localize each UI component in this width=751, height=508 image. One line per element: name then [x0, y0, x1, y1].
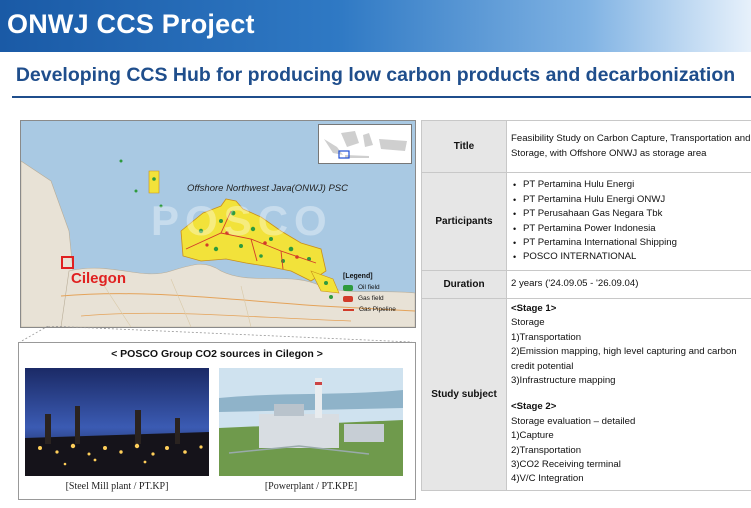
stage-1-line: 3)Infrastructure mapping: [511, 375, 616, 387]
list-item: POSCO INTERNATIONAL: [513, 250, 751, 265]
stage-2-line: 1)Capture: [511, 430, 554, 442]
psc-label: Offshore Northwest Java(ONWJ) PSC: [187, 183, 349, 194]
gas-pipeline-swatch: [343, 308, 354, 311]
cilegon-label: Cilegon: [71, 270, 126, 287]
stage-1-title: <Stage 1>: [511, 303, 557, 314]
list-item: PT Pertamina International Shipping: [513, 236, 751, 251]
legend-label: Gas field: [358, 295, 384, 302]
project-info-table: Title Feasibility Study on Carbon Captur…: [421, 120, 751, 491]
stage-spacer: [511, 388, 751, 400]
table-row-participants: Participants PT Pertamina Hulu Energi PT…: [421, 172, 751, 271]
duration-value: 2 years ('24.09.05 - '26.09.04): [506, 270, 751, 299]
stage-1-line: Storage: [511, 317, 545, 329]
legend-item-gas: Gas field: [343, 295, 413, 302]
powerplant-photo: [219, 368, 403, 476]
list-item: PT Pertamina Power Indonesia: [513, 222, 751, 237]
legend-label: Gas Pipeline: [359, 306, 396, 313]
list-item: PT Pertamina Hulu Energi ONWJ: [513, 193, 751, 208]
steel-mill-photo: [25, 368, 209, 476]
row-key: Title: [421, 120, 507, 173]
legend-item-oil: Oil field: [343, 284, 413, 291]
legend-title: [Legend]: [343, 273, 373, 280]
steel-mill-caption: [Steel Mill plant / PT.KP]: [65, 481, 169, 492]
stage-1-line: 2)Emission mapping, high level capturing…: [511, 346, 737, 372]
table-row-title: Title Feasibility Study on Carbon Captur…: [421, 120, 751, 173]
oil-field-swatch: [343, 284, 353, 291]
sources-header: < POSCO Group CO2 sources in Cilegon >: [111, 348, 323, 360]
slide-title: ONWJ CCS Project: [7, 9, 255, 39]
participants-list: PT Pertamina Hulu Energi PT Pertamina Hu…: [511, 178, 751, 265]
powerplant-caption: [Powerplant / PT.KPE]: [264, 481, 358, 492]
stage-2-line: 4)V/C Integration: [511, 473, 584, 485]
stage-2-line: Storage evaluation – detailed: [511, 415, 636, 427]
row-key: Participants: [421, 172, 507, 271]
subtitle-divider: [12, 96, 751, 98]
legend-item-pipeline: Gas Pipeline: [343, 306, 413, 313]
row-key: Duration: [421, 270, 507, 299]
co2-sources-panel: < POSCO Group CO2 sources in Cilegon > […: [18, 342, 416, 500]
stage-2-title: <Stage 2>: [511, 401, 557, 413]
slide-subtitle: Developing CCS Hub for producing low car…: [15, 64, 736, 86]
stage-2-line: 2)Transportation: [511, 444, 582, 456]
legend-label: Oil field: [358, 284, 380, 291]
posco-watermark: POSCO: [151, 197, 333, 244]
table-row-duration: Duration 2 years ('24.09.05 - '26.09.04): [421, 270, 751, 299]
table-row-study-subject: Study subject <Stage 1> Storage 1)Transp…: [421, 298, 751, 491]
indonesia-inset-map: [318, 124, 412, 164]
title-bar: ONWJ CCS Project: [0, 0, 751, 52]
stage-2-line: 3)CO2 Receiving terminal: [511, 459, 621, 471]
row-key: Study subject: [421, 298, 507, 491]
cilegon-marker: [61, 256, 74, 269]
gas-field-swatch: [343, 295, 353, 302]
onwj-map: POSCO Offshore Northwest Java(ONWJ) PSC …: [20, 120, 416, 328]
title-value: Feasibility Study on Carbon Capture, Tra…: [506, 120, 751, 173]
study-subject-cell: <Stage 1> Storage 1)Transportation 2)Emi…: [506, 298, 751, 491]
stage-1-line: 1)Transportation: [511, 331, 582, 343]
list-item: PT Perusahaan Gas Negara Tbk: [513, 207, 751, 222]
list-item: PT Pertamina Hulu Energi: [513, 178, 751, 193]
participants-cell: PT Pertamina Hulu Energi PT Pertamina Hu…: [506, 172, 751, 271]
map-legend: [Legend] Oil field Gas field Gas Pipelin…: [343, 273, 413, 317]
